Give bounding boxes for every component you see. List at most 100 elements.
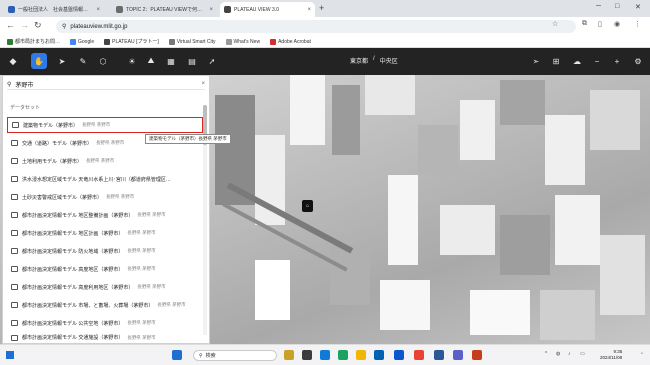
building — [365, 75, 415, 115]
back-icon[interactable]: ← — [6, 20, 15, 30]
minimize-icon[interactable]: ─ — [596, 3, 601, 10]
windows-start-icon[interactable] — [172, 350, 182, 360]
dataset-label: 建築物モデル（茅野市） — [23, 122, 79, 129]
minus-icon[interactable]: − — [591, 55, 603, 67]
site-info-icon[interactable]: ⚲ — [62, 23, 66, 30]
bookmark-item[interactable]: Adobe Acrobat — [270, 38, 311, 45]
search-input[interactable]: 茅野市 — [15, 80, 33, 89]
sidebar-icon[interactable]: ▯ — [598, 20, 602, 28]
app-icon[interactable] — [320, 350, 330, 360]
navigate-icon[interactable]: ➣ — [530, 55, 542, 67]
dataset-item[interactable]: 建築物モデル（茅野市） 長野県 茅野市 — [7, 117, 203, 133]
dataset-icon — [11, 334, 18, 341]
reload-icon[interactable]: ↻ — [34, 20, 42, 31]
dataset-icon — [11, 158, 18, 164]
menu-icon[interactable]: ⋮ — [634, 20, 641, 28]
volume-icon[interactable]: ♪ — [568, 351, 571, 357]
app-icon[interactable] — [284, 350, 294, 360]
dataset-icon — [11, 140, 18, 146]
extensions-icon[interactable]: ⧉ — [582, 20, 587, 28]
outlook-icon[interactable] — [394, 350, 404, 360]
window-close-icon[interactable]: ✕ — [635, 3, 641, 11]
battery-icon[interactable]: ▭ — [580, 351, 585, 357]
bookmark-item[interactable]: What's New — [225, 38, 260, 45]
notification-icon[interactable]: ◔ — [640, 351, 643, 357]
tab-label: TOPIC 2：PLATEAU VIEWで何… — [126, 7, 202, 13]
bookmark-item[interactable]: Google — [70, 38, 94, 45]
cloud-icon[interactable]: ☁ — [571, 55, 583, 67]
word-icon[interactable] — [434, 350, 444, 360]
dataset-location: 長野県 茅野市 — [127, 334, 156, 340]
building — [540, 290, 595, 340]
acrobat-icon — [270, 38, 277, 45]
dataset-item[interactable]: 都市計画決定情報モデル 交通施設（茅野市） 長野県 茅野市 — [7, 331, 203, 344]
maximize-icon[interactable]: □ — [615, 3, 619, 10]
terrain-tool-icon[interactable]: ⛰ — [145, 55, 157, 67]
add-data-icon[interactable]: ⊞ — [550, 55, 562, 67]
dataset-location: 長野県 茅野市 — [82, 122, 111, 127]
dataset-icon — [11, 302, 18, 308]
building — [590, 90, 640, 150]
dataset-item[interactable]: 都市計画決定情報モデル 地区整備計画（茅野市） 長野県 茅野市 — [7, 207, 203, 223]
dataset-label: 都市計画決定情報モデル 地区整備計画（茅野市） — [22, 212, 134, 219]
dataset-item[interactable]: 都市計画決定情報モデル 高度利用地区（茅野市） 長野県 茅野市 — [7, 279, 203, 295]
profile-icon[interactable]: ◉ — [614, 20, 620, 28]
layers-tool-icon[interactable]: ▦ — [165, 55, 177, 67]
url-text: plateauview.mlit.go.jp — [70, 23, 128, 30]
dataset-label: 都市計画決定情報モデル 防火地域（茅野市） — [22, 248, 124, 255]
cube-tool-icon[interactable]: ⬡ — [97, 55, 109, 67]
store-icon[interactable] — [374, 350, 384, 360]
taskbar-search[interactable]: ⚲ 検索 — [193, 350, 277, 361]
explorer-icon[interactable] — [356, 350, 366, 360]
tab-2[interactable]: TOPIC 2：PLATEAU VIEWで何… × — [112, 2, 217, 17]
tab-3-active[interactable]: PLATEAU VIEW 3.0 × — [220, 2, 315, 17]
teams-icon[interactable] — [453, 350, 463, 360]
building — [330, 245, 370, 305]
building — [332, 85, 360, 155]
bookmark-item[interactable]: 都市局計まちお問… — [7, 38, 60, 45]
dataset-item[interactable]: 都市計画決定情報モデル 防火地域（茅野市） 長野県 茅野市 — [7, 243, 203, 259]
tray-chevron-icon[interactable]: ^ — [545, 351, 547, 357]
bookmark-item[interactable]: Virtual Smart City — [168, 38, 216, 45]
dataset-item[interactable]: 都市計画決定情報モデル 地区計画（茅野市） 長野県 茅野市 — [7, 225, 203, 241]
widgets-icon[interactable] — [6, 351, 14, 359]
share-tool-icon[interactable]: ➚ — [206, 55, 218, 67]
location-marker-icon[interactable]: ⌂ — [302, 200, 313, 212]
dataset-item[interactable]: 洪水浸水想定区域モデル 天竜川水系上川･宮川（都道府県管理区… — [7, 171, 203, 187]
dataset-item[interactable]: 土砂災害警戒区域モデル（茅野市） 長野県 茅野市 — [7, 189, 203, 205]
plus-icon[interactable]: + — [611, 55, 623, 67]
dataset-label: 土地利用モデル（茅野市） — [22, 158, 83, 165]
dataset-item[interactable]: 都市計画決定情報モデル 公共空地（茅野市） 長野県 茅野市 — [7, 315, 203, 331]
close-icon[interactable]: × — [96, 7, 100, 13]
draw-tool-icon[interactable]: ✎ — [77, 55, 89, 67]
search-icon: ⚲ — [7, 81, 12, 88]
chrome-icon[interactable] — [414, 350, 424, 360]
new-tab-button[interactable]: + — [319, 3, 324, 13]
pointer-tool-icon[interactable]: ➤ — [56, 55, 68, 67]
dataset-item[interactable]: 都市計画決定情報モデル 高度地区（茅野市） 長野県 茅野市 — [7, 261, 203, 277]
dataset-label: 交通（道路）モデル（茅野市） — [22, 140, 93, 147]
dataset-item[interactable]: 都市計画決定情報モデル 市場、と畜場、火葬場（茅野市） 長野県 茅野市 — [7, 297, 203, 313]
dataset-search-box[interactable]: ⚲ 茅野市 × — [7, 79, 205, 90]
dataset-item[interactable]: 土地利用モデル（茅野市） 長野県 茅野市 — [7, 153, 203, 169]
edge-icon[interactable] — [338, 350, 348, 360]
task-view-icon[interactable] — [302, 350, 312, 360]
close-icon[interactable]: × — [307, 7, 311, 13]
taskbar-clock[interactable]: 9:35 2024/11/08 — [600, 349, 622, 361]
bookmark-star-icon[interactable]: ☆ — [552, 20, 558, 28]
url-field[interactable]: ⚲ plateauview.mlit.go.jp — [56, 20, 576, 33]
building — [418, 125, 458, 175]
clear-icon[interactable]: × — [201, 81, 205, 87]
powerpoint-icon[interactable] — [472, 350, 482, 360]
map-tool-icon[interactable]: ▤ — [186, 55, 198, 67]
building — [470, 290, 530, 335]
hand-tool-icon[interactable]: ✋ — [31, 53, 47, 69]
tab-1[interactable]: 一般社団法人 社会基盤情報… × — [4, 2, 104, 17]
forward-icon[interactable]: → — [20, 20, 29, 30]
close-icon[interactable]: × — [209, 7, 213, 13]
sun-tool-icon[interactable]: ☀ — [126, 55, 138, 67]
app-toolbar: ◆ ✋ ➤ ✎ ⬡ ☀ ⛰ ▦ ▤ ➚ 東京都 / 中央区 ➣ ⊞ ☁ − + … — [0, 48, 650, 75]
bookmark-item[interactable]: PLATEAU [プラトー] — [104, 38, 159, 45]
settings-icon[interactable]: ⚙ — [632, 55, 644, 67]
network-icon[interactable]: ◍ — [556, 351, 560, 357]
